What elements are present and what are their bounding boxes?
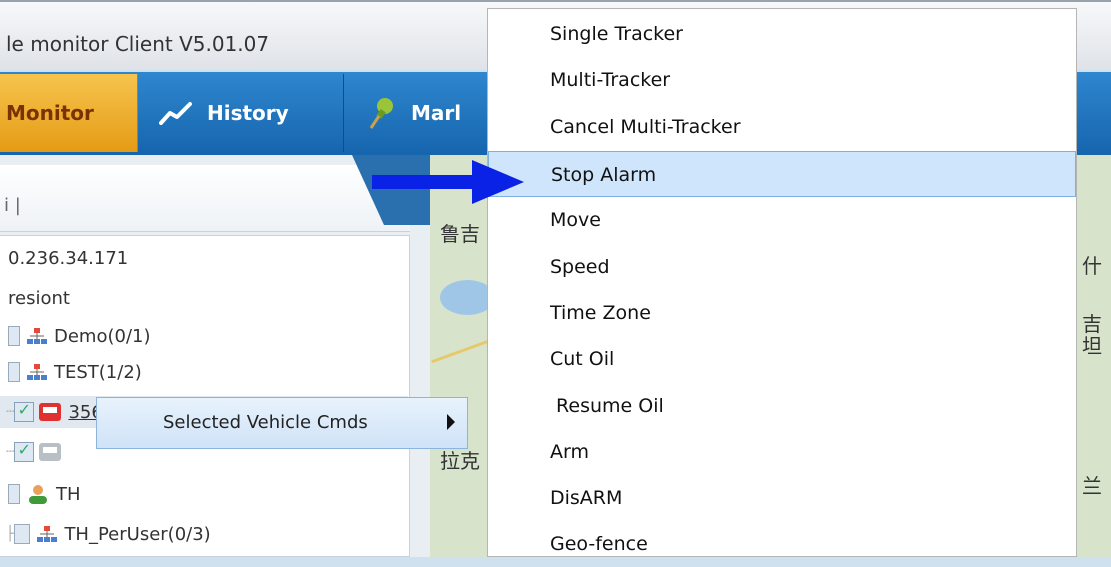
tab-mark[interactable]: Marl	[345, 74, 490, 152]
menu-item-multi-tracker[interactable]: Multi-Tracker	[488, 57, 1076, 103]
panel-header: i |	[0, 165, 410, 232]
vehicle-checkbox[interactable]	[14, 400, 35, 422]
tree-row-server[interactable]: 0.236.34.171	[0, 242, 408, 274]
menu-item-label: Time Zone	[550, 302, 651, 324]
tree-row-label: resiont	[8, 287, 70, 309]
submenu-arrow-icon	[447, 414, 455, 430]
menu-item-disarm[interactable]: DisARM	[488, 475, 1076, 521]
annotation-arrow-icon	[372, 160, 524, 204]
menu-item-label: Arm	[550, 441, 589, 463]
vehicle-checkbox[interactable]	[14, 440, 35, 462]
window-title: le monitor Client V5.01.07	[6, 32, 270, 56]
history-chart-icon	[159, 102, 192, 125]
pushpin-icon	[369, 98, 393, 129]
tree-row-label: TH	[56, 483, 81, 505]
tab-monitor[interactable]: Monitor	[0, 74, 138, 152]
tree-row-group-demo[interactable]: Demo(0/1)	[0, 320, 408, 352]
car-icon	[39, 403, 62, 421]
menu-item-move[interactable]: Move	[488, 197, 1076, 243]
menu-item-label: Speed	[550, 256, 610, 278]
tree-expander-icon[interactable]	[8, 362, 20, 382]
menu-item-time-zone[interactable]: Time Zone	[488, 290, 1076, 336]
menu-item-label: Resume Oil	[550, 395, 664, 417]
tab-mark-label: Marl	[411, 101, 462, 125]
tree-expander-icon[interactable]	[8, 326, 20, 346]
tree-row-label: Demo(0/1)	[54, 325, 151, 347]
menu-item-label: Cut Oil	[550, 348, 615, 370]
menu-item-label: Cancel Multi-Tracker	[550, 116, 741, 138]
menu-item-resume-oil[interactable]: Resume Oil	[488, 383, 1076, 429]
map-label: 鲁吉	[440, 222, 480, 246]
tree-expander-icon[interactable]	[14, 524, 31, 544]
map-label: 什	[1082, 254, 1102, 278]
tree-row-group-th-peruser[interactable]: ├ TH_PerUser(0/3)	[0, 518, 408, 550]
menu-item-cancel-multi-tracker[interactable]: Cancel Multi-Tracker	[488, 104, 1076, 150]
tab-history-label: History	[207, 101, 289, 125]
map-label: 拉克	[440, 449, 480, 473]
car-offline-icon	[39, 443, 62, 461]
tree-row-user[interactable]: resiont	[0, 282, 408, 314]
map-label: 兰	[1082, 474, 1102, 498]
menu-item-single-tracker[interactable]: Single Tracker	[488, 11, 1076, 57]
tree-connector: ┄	[6, 444, 15, 460]
panel-header-text: i |	[4, 195, 21, 216]
menu-item-stop-alarm[interactable]: Stop Alarm	[488, 151, 1076, 197]
menu-item-label: Multi-Tracker	[550, 69, 671, 91]
user-icon	[29, 485, 47, 504]
tree-row-label: 0.236.34.171	[8, 247, 129, 269]
tree-row-label: TH_PerUser(0/3)	[64, 523, 211, 545]
network-group-icon	[27, 364, 47, 380]
map-label: 坦	[1082, 334, 1102, 358]
vehicle-commands-submenu: Single Tracker Multi-Tracker Cancel Mult…	[487, 8, 1077, 557]
context-menu-label: Selected Vehicle Cmds	[163, 412, 368, 433]
tree-connector: ├	[6, 526, 15, 542]
menu-item-speed[interactable]: Speed	[488, 244, 1076, 290]
tree-row-label: TEST(1/2)	[54, 361, 142, 383]
menu-item-label: Stop Alarm	[551, 164, 657, 186]
menu-item-label: Single Tracker	[550, 23, 683, 45]
vehicle-panel: i | × 0.236.34.171 resiont Demo(0/1)	[0, 155, 432, 557]
menu-item-label: Move	[550, 209, 601, 231]
menu-item-geo-fence[interactable]: Geo-fence	[488, 521, 1076, 567]
menu-item-arm[interactable]: Arm	[488, 429, 1076, 475]
tree-row-user-th[interactable]: TH	[0, 478, 408, 510]
menu-item-label: DisARM	[550, 487, 623, 509]
tab-monitor-label: Monitor	[6, 101, 94, 125]
network-group-icon	[37, 526, 58, 542]
menu-item-cut-oil[interactable]: Cut Oil	[488, 336, 1076, 382]
vehicle-tree: 0.236.34.171 resiont Demo(0/1) TEST(1/2)	[0, 235, 410, 557]
tab-history[interactable]: History	[139, 74, 344, 152]
tree-row-group-test[interactable]: TEST(1/2)	[0, 356, 408, 388]
context-menu-item-selected-vehicle-cmds[interactable]: Selected Vehicle Cmds	[96, 397, 468, 449]
network-group-icon	[27, 328, 47, 344]
tree-expander-icon[interactable]	[8, 484, 20, 504]
menu-item-label: Geo-fence	[550, 533, 648, 555]
tree-connector: ┄	[6, 404, 15, 420]
